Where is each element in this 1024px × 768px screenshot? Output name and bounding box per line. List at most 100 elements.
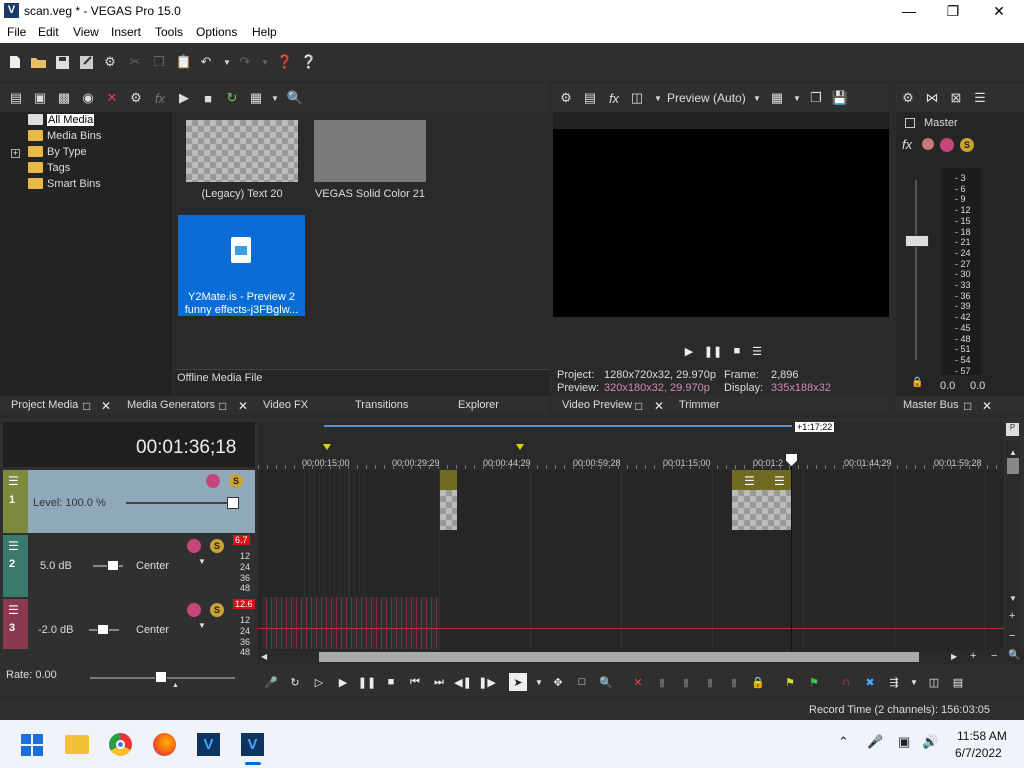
previous-frame-icon[interactable]: ◀❚ [454, 673, 472, 691]
import-media-icon[interactable]: ▤ [7, 89, 25, 107]
trim-end-icon[interactable]: ▮ [701, 673, 719, 691]
tree-item-by-type[interactable]: By Type [28, 146, 87, 158]
menu-insert[interactable]: Insert [111, 25, 141, 39]
master-checkbox[interactable] [905, 118, 915, 128]
clip-menu-icon[interactable]: ☰ [744, 474, 755, 488]
zoom-out-icon[interactable]: − [1009, 630, 1015, 642]
track-3-menu-icon[interactable]: ☰ [8, 603, 19, 617]
volume-icon[interactable]: 🔊 [922, 734, 938, 750]
preview-pause-icon[interactable]: ❚❚ [704, 342, 722, 360]
menu-tools[interactable]: Tools [155, 25, 183, 39]
track-3-volume-handle[interactable] [97, 624, 109, 635]
insert-region-icon[interactable]: ⚑ [805, 673, 823, 691]
video-fx-icon[interactable]: fx [605, 89, 623, 107]
track-3-solo-icon[interactable]: S [210, 603, 224, 617]
track-1-solo-icon[interactable]: S [229, 474, 243, 488]
video-event-clip[interactable] [440, 470, 457, 530]
media-item-y2mate-selected[interactable]: Y2Mate.is - Preview 2 funny effects-j3FB… [178, 215, 305, 316]
mixer-settings-icon[interactable]: ☰ [971, 89, 989, 107]
chrome-icon[interactable] [109, 733, 132, 756]
record-icon[interactable]: 🎤 [262, 673, 280, 691]
go-to-start-icon[interactable]: ⏮ [406, 673, 424, 691]
vegas-taskbar-icon[interactable]: V [197, 733, 220, 756]
hscroll-left-icon[interactable]: ◀ [261, 652, 267, 661]
timeline-marker-icon[interactable]: P [1006, 423, 1019, 436]
master-lock-icon[interactable]: 🔒 [911, 377, 923, 388]
expand-icon[interactable]: + [11, 149, 20, 158]
split-icon[interactable]: ▮ [725, 673, 743, 691]
preview-play-icon[interactable]: ▶ [680, 342, 698, 360]
tab-close-icon[interactable]: ✕ [654, 399, 664, 413]
tab-project-media[interactable]: Project Media [11, 399, 78, 411]
split-screen-icon[interactable]: ◫ [628, 89, 646, 107]
vegas-active-taskbar-icon[interactable]: V [241, 733, 264, 756]
vscroll-up-icon[interactable]: ▲ [1009, 448, 1017, 457]
overlays-dropdown-icon[interactable]: ▼ [788, 89, 806, 107]
hscroll-thumb[interactable] [319, 652, 919, 662]
menu-file[interactable]: File [7, 25, 26, 39]
tree-item-media-bins[interactable]: Media Bins [28, 130, 101, 142]
vscroll-thumb[interactable] [1007, 458, 1019, 474]
tab-close-icon[interactable]: ✕ [238, 399, 248, 413]
play-preview-icon[interactable]: ▶ [175, 89, 193, 107]
microphone-icon[interactable]: 🎤 [867, 734, 883, 750]
master-mute-icon[interactable] [940, 138, 954, 152]
capture-video-icon[interactable]: ▣ [31, 89, 49, 107]
save-icon[interactable] [53, 53, 71, 71]
render-icon[interactable] [77, 53, 95, 71]
track-2-mute-icon[interactable] [187, 539, 201, 553]
tab-trimmer[interactable]: Trimmer [679, 399, 720, 411]
clock-date[interactable]: 6/7/2022 [955, 746, 1002, 760]
ignore-event-grouping-icon[interactable]: ▤ [949, 673, 967, 691]
file-explorer-icon[interactable] [65, 735, 89, 754]
hscroll-right-icon[interactable]: ▶ [951, 652, 957, 661]
media-properties-gear-icon[interactable]: ⚙ [127, 89, 145, 107]
track-2-volume-handle[interactable] [107, 560, 119, 571]
lock-icon[interactable]: 🔒 [749, 673, 767, 691]
save-snapshot-icon[interactable]: 💾 [831, 89, 849, 107]
play-icon[interactable]: ▶ [334, 673, 352, 691]
normal-edit-tool-icon[interactable]: ➤ [509, 673, 527, 691]
menu-options[interactable]: Options [196, 25, 237, 39]
media-fx-icon[interactable]: fx [151, 89, 169, 107]
trim-icon[interactable]: ▮ [653, 673, 671, 691]
tree-item-tags[interactable]: Tags [28, 162, 70, 174]
loop-end-marker[interactable] [516, 444, 524, 450]
play-from-start-icon[interactable]: ▷ [310, 673, 328, 691]
track-1-level-handle[interactable] [227, 497, 239, 509]
views-dropdown-icon[interactable]: ▼ [266, 89, 284, 107]
media-thumbnail-legacy-text[interactable] [186, 120, 298, 182]
remove-media-icon[interactable]: ✕ [103, 89, 121, 107]
tab-float-icon[interactable]: □ [83, 399, 90, 413]
track-3-pan-dropdown-icon[interactable]: ▼ [198, 621, 206, 630]
tree-item-all-media[interactable]: All Media [28, 114, 95, 126]
tab-float-icon[interactable]: □ [219, 399, 226, 413]
trim-start-icon[interactable]: ▮ [677, 673, 695, 691]
vscroll-down-icon[interactable]: ▼ [1009, 594, 1017, 603]
tree-item-smart-bins[interactable]: Smart Bins [28, 178, 101, 190]
tab-video-preview[interactable]: Video Preview [562, 399, 632, 411]
track-1-menu-icon[interactable]: ☰ [8, 474, 19, 488]
auto-crossfade-icon[interactable]: ✖ [861, 673, 879, 691]
ripple-dropdown-icon[interactable]: ▼ [905, 673, 923, 691]
preview-menu-icon[interactable]: ☰ [748, 342, 766, 360]
properties-gear-icon[interactable]: ⚙ [101, 53, 119, 71]
paste-icon[interactable]: 📋 [175, 53, 193, 71]
track-1-mute-icon[interactable] [206, 474, 220, 488]
preview-stop-icon[interactable]: ■ [728, 342, 746, 360]
menu-help[interactable]: Help [252, 25, 277, 39]
what-is-this-help-icon[interactable]: ❓ [276, 53, 294, 71]
redo-dropdown-icon[interactable]: ▼ [256, 53, 274, 71]
overlays-grid-icon[interactable]: ▦ [768, 89, 786, 107]
preview-properties-gear-icon[interactable]: ⚙ [557, 89, 575, 107]
timeline-vscroll[interactable]: ▲ ▼ + − [1006, 440, 1020, 650]
rate-slider-handle[interactable] [155, 671, 167, 683]
new-file-icon[interactable] [6, 53, 24, 71]
zoom-tool-icon[interactable]: 🔍 [1008, 650, 1020, 661]
cut-icon[interactable]: ✂ [126, 53, 144, 71]
pause-icon[interactable]: ❚❚ [358, 673, 376, 691]
insert-marker-icon[interactable]: ⚑ [781, 673, 799, 691]
tab-float-icon[interactable]: □ [635, 399, 642, 413]
help-icon[interactable]: ❔ [300, 53, 318, 71]
copy-icon[interactable]: ❐ [150, 53, 168, 71]
